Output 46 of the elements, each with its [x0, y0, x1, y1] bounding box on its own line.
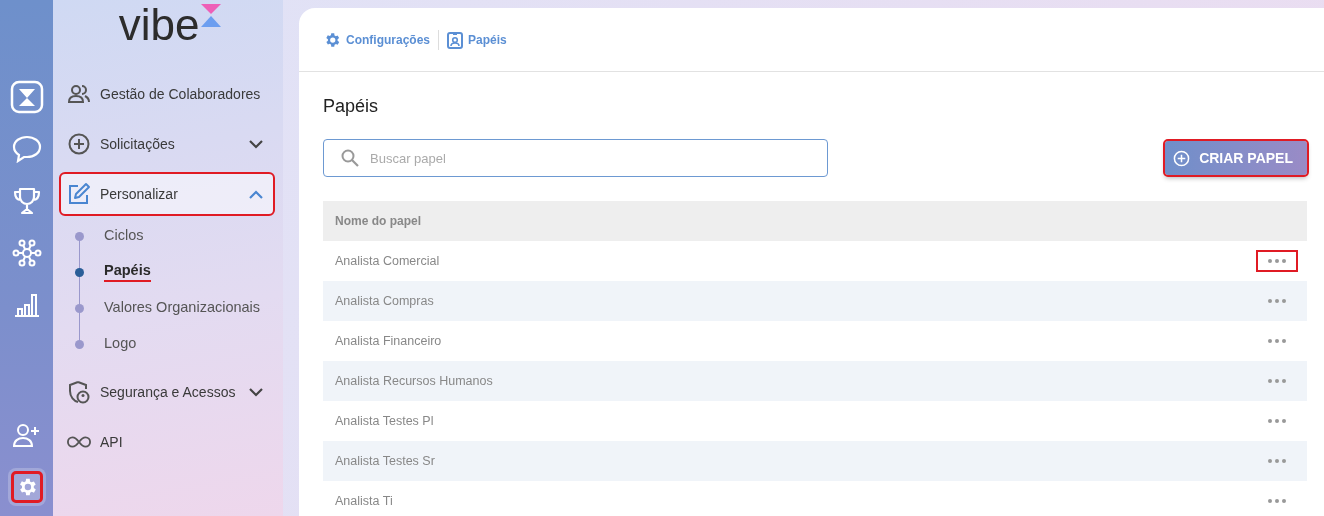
- nav-item[interactable]: Personalizar: [61, 174, 273, 214]
- column-header: Nome do papel: [335, 214, 421, 228]
- table-cell: Analista Testes Sr: [335, 454, 435, 468]
- table-cell: Analista Testes Pl: [335, 414, 434, 428]
- id-badge-icon: [447, 30, 463, 49]
- table-cell: Analista Financeiro: [335, 334, 442, 348]
- sub-nav-link[interactable]: Logo: [104, 335, 137, 353]
- table-cell: Analista Recursos Humanos: [335, 374, 493, 388]
- more-options-button[interactable]: [1256, 250, 1298, 272]
- bar-chart-icon: [13, 293, 40, 317]
- trophy-icon: [11, 186, 42, 216]
- table-cell: Analista Ti: [335, 494, 393, 508]
- more-icon: [1268, 259, 1286, 263]
- network-icon: [11, 239, 42, 267]
- search-icon: [341, 149, 359, 167]
- chevron-down-icon: [249, 139, 263, 149]
- sub-nav-link[interactable]: Papéis: [104, 262, 151, 282]
- hourglass-icon: [9, 80, 44, 114]
- table-cell: Analista Comercial: [335, 254, 440, 268]
- more-icon: [1268, 419, 1286, 423]
- plus-circle-icon: [67, 133, 91, 155]
- nav-item[interactable]: Gestão de Colaboradores: [61, 74, 273, 114]
- chevron-up-icon: [249, 189, 263, 199]
- edit-icon: [67, 182, 91, 206]
- more-icon: [1268, 339, 1286, 343]
- table-cell: Analista Compras: [335, 294, 434, 308]
- more-icon: [1268, 299, 1286, 303]
- plus-circle-icon: [1173, 149, 1191, 167]
- chevron-down-icon: [249, 387, 263, 397]
- add-user-icon: [12, 423, 41, 447]
- sub-nav-link[interactable]: Valores Organizacionais: [104, 299, 261, 317]
- nav-item[interactable]: API: [61, 422, 273, 462]
- nav-item[interactable]: Solicitações: [61, 124, 273, 164]
- people-icon: [67, 85, 91, 103]
- more-icon: [1268, 379, 1286, 383]
- logo-text: vibe: [118, 4, 200, 46]
- settings-button[interactable]: [7, 468, 46, 506]
- sub-nav-link[interactable]: Ciclos: [104, 227, 144, 245]
- more-icon: [1268, 499, 1286, 503]
- search-field[interactable]: Buscar papel: [323, 139, 828, 177]
- chat-icon: [11, 135, 42, 163]
- more-icon: [1268, 459, 1286, 463]
- infinity-icon: [67, 435, 91, 449]
- shield-icon: [67, 380, 91, 404]
- page-title: Papéis: [323, 96, 380, 117]
- nav-item[interactable]: Segurança e Acessos: [61, 372, 273, 412]
